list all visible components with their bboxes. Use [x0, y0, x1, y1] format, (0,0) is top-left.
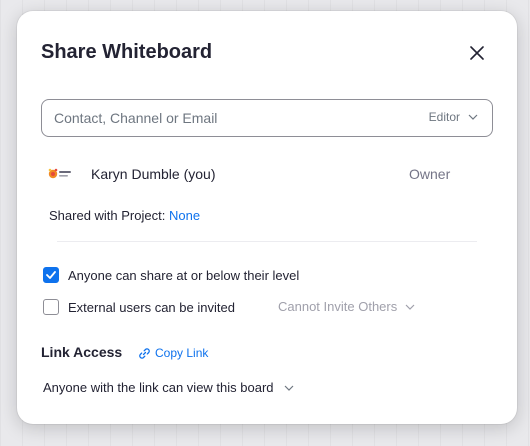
checkmark-icon [46, 271, 56, 279]
shared-project-label: Shared with Project: [49, 208, 166, 223]
anyone-share-label: Anyone can share at or below their level [68, 267, 300, 283]
close-icon [470, 46, 484, 60]
chevron-down-icon [284, 385, 293, 391]
anyone-share-row: Anyone can share at or below their level [43, 267, 299, 283]
copy-link-button[interactable]: Copy Link [138, 346, 208, 360]
external-invite-row: External users can be invited [43, 299, 235, 315]
anyone-share-checkbox[interactable] [43, 267, 59, 283]
invite-field[interactable]: Editor [41, 99, 493, 137]
link-icon [139, 347, 150, 359]
member-row: Karyn Dumble (you) Owner [47, 163, 467, 185]
member-name: Karyn Dumble (you) [91, 166, 216, 182]
dialog-title: Share Whiteboard [41, 41, 213, 63]
external-invite-dropdown-label: Cannot Invite Others [278, 299, 398, 314]
chevron-down-icon [405, 304, 415, 310]
share-dialog: Share Whiteboard Editor Karyn Dumble (yo… [17, 11, 517, 424]
chevron-down-icon [468, 114, 478, 120]
divider [57, 241, 477, 242]
external-invite-label: External users can be invited [68, 299, 235, 315]
link-access-setting: Anyone with the link can view this board [43, 380, 274, 395]
close-button[interactable] [465, 41, 489, 65]
external-invite-dropdown[interactable]: Cannot Invite Others [278, 299, 415, 314]
member-role: Owner [409, 166, 451, 182]
role-dropdown[interactable]: Editor [429, 110, 478, 124]
shared-project-row: Shared with Project: None [49, 208, 200, 223]
role-dropdown-label: Editor [428, 110, 460, 124]
link-access-dropdown[interactable]: Anyone with the link can view this board [43, 380, 294, 395]
invite-input[interactable] [54, 108, 394, 128]
shared-project-link[interactable]: None [169, 208, 200, 223]
copy-link-label: Copy Link [155, 346, 209, 360]
link-access-title: Link Access [41, 344, 123, 360]
avatar [48, 168, 71, 179]
external-invite-checkbox[interactable] [43, 299, 59, 315]
